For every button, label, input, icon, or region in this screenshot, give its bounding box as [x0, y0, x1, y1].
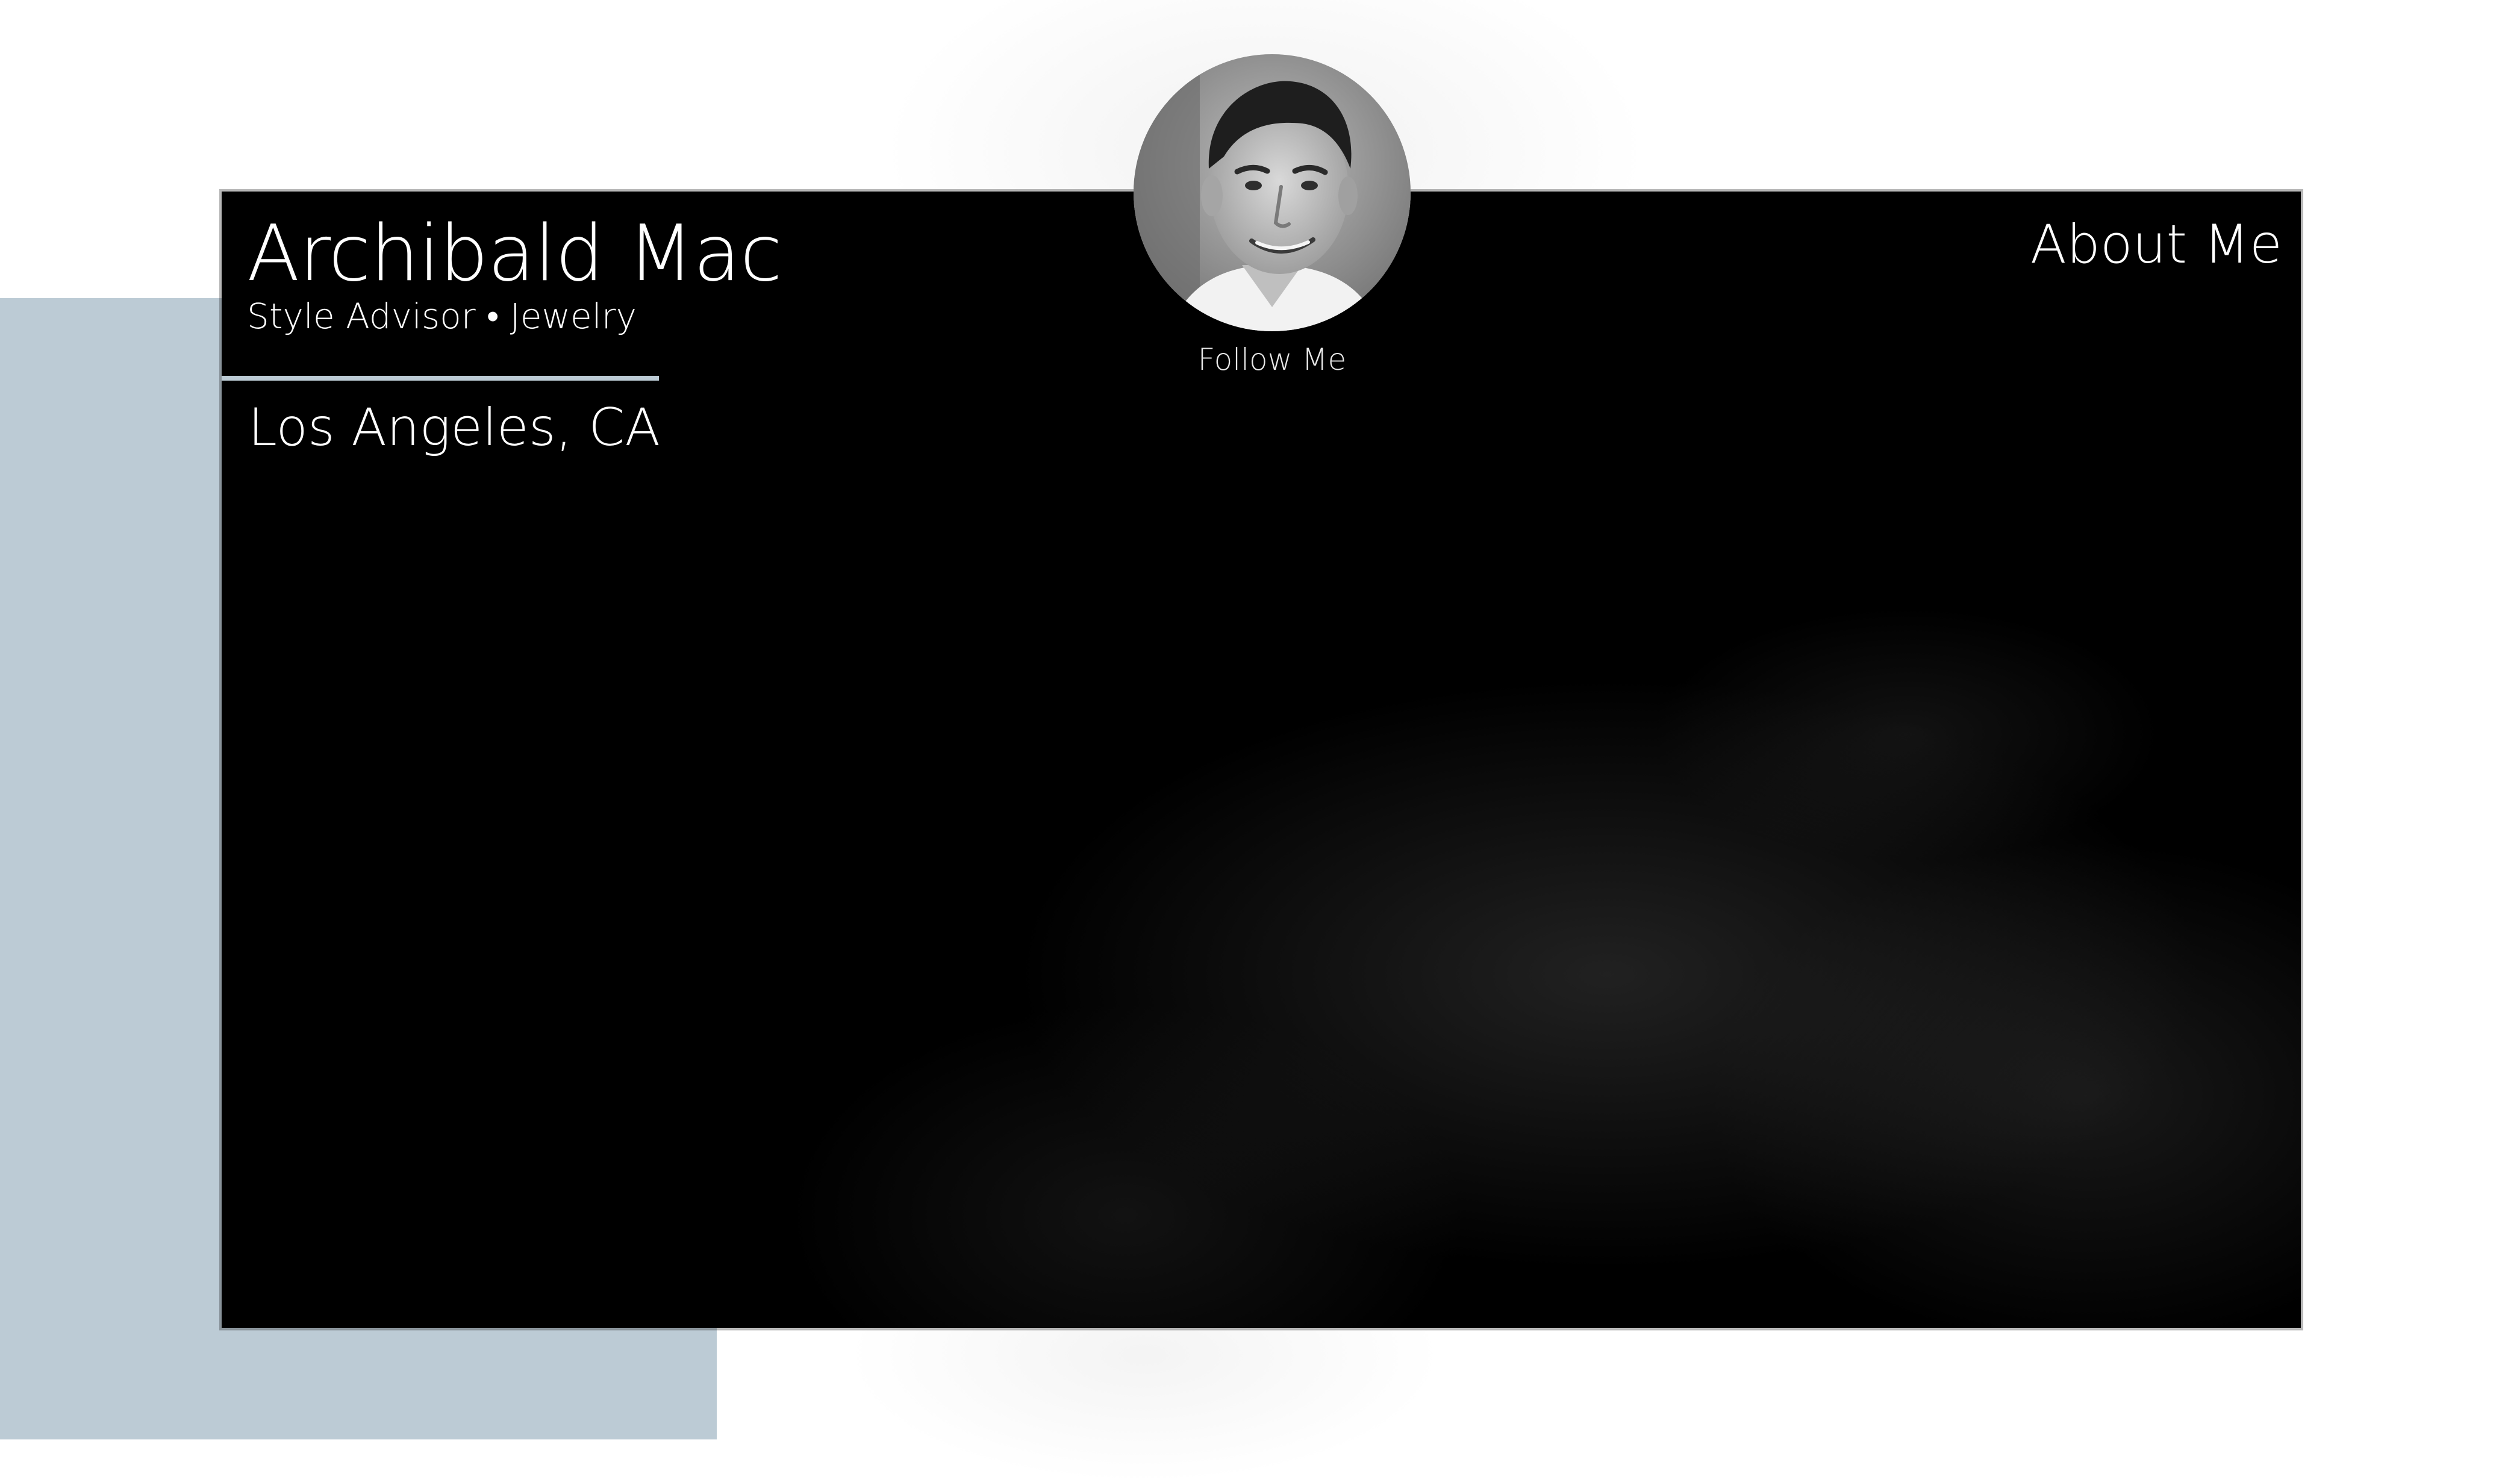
profile-title: Style Advisor • Jewelry	[247, 296, 637, 337]
follow-me-link[interactable]: Follow Me	[1122, 344, 1423, 375]
profile-name: Archibald Mac	[247, 209, 782, 299]
header-divider	[222, 376, 659, 381]
portrait-photo-icon	[1134, 54, 1411, 331]
profile-page: Archibald Mac Style Advisor • Jewelry Lo…	[0, 0, 2499, 1484]
profile-location: Los Angeles, CA	[248, 398, 661, 458]
nav-about-me-link[interactable]: About Me	[2030, 218, 2282, 271]
avatar[interactable]	[1134, 54, 1411, 331]
